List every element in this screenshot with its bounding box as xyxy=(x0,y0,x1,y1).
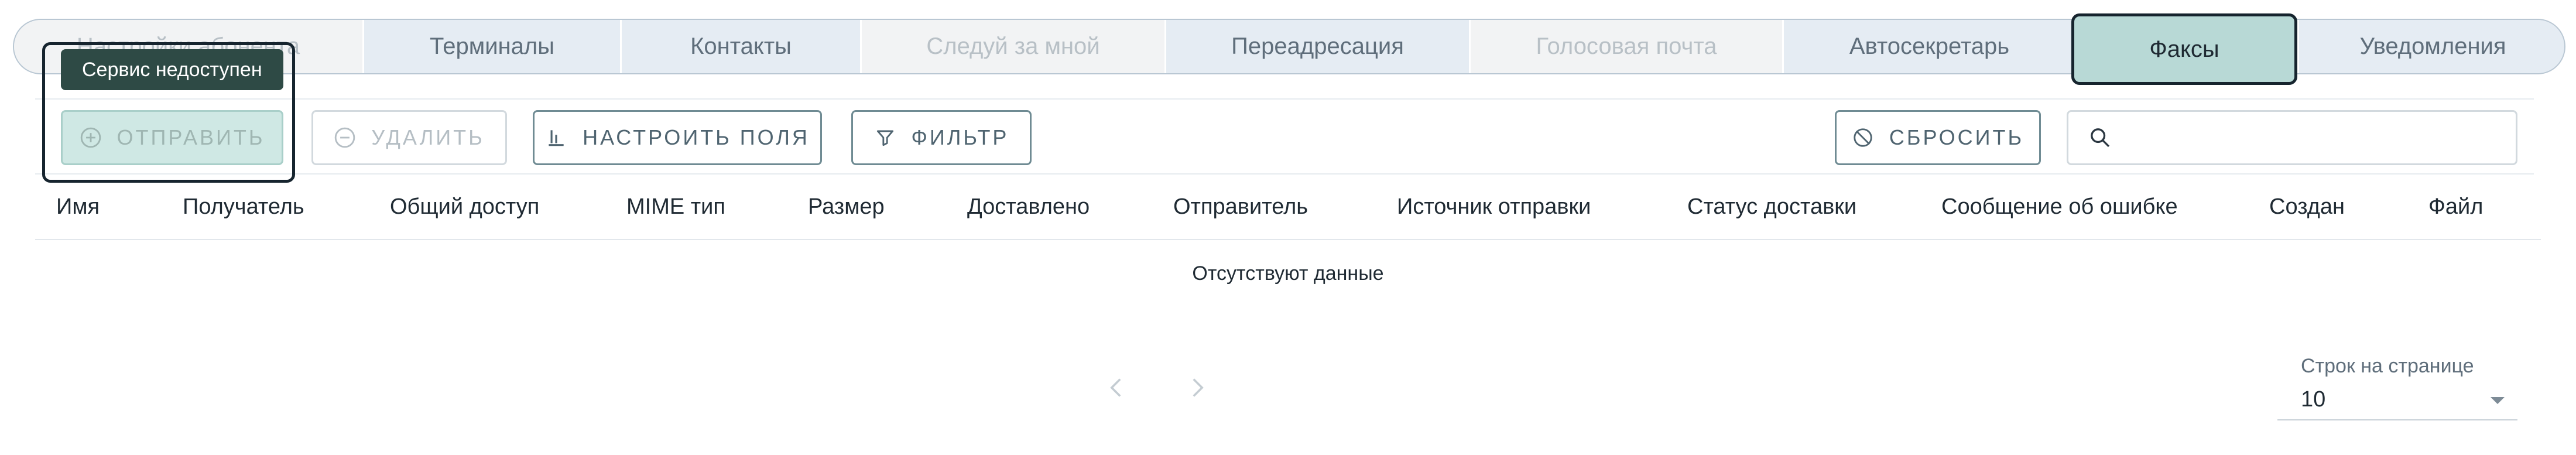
tab-label: Следуй за мной xyxy=(926,33,1100,59)
column-header-error-message[interactable]: Сообщение об ошибке xyxy=(1941,176,2178,238)
plus-circle-icon xyxy=(80,127,101,148)
filter-button[interactable]: ФИЛЬТР xyxy=(851,110,1032,165)
search-input[interactable] xyxy=(2126,117,2516,159)
delete-button[interactable]: УДАЛИТЬ xyxy=(311,110,507,165)
tab-label: Факсы xyxy=(2149,36,2219,62)
delete-button-label: УДАЛИТЬ xyxy=(371,125,485,149)
tab-auto-attendant[interactable]: Автосекретарь xyxy=(1782,20,2075,73)
next-page-button[interactable] xyxy=(1186,375,1210,401)
tab-terminals[interactable]: Терминалы xyxy=(362,20,620,73)
tab-label: Уведомления xyxy=(2359,33,2506,59)
chevron-left-icon xyxy=(1110,378,1121,397)
column-header-file[interactable]: Файл xyxy=(2428,176,2483,238)
chevron-down-icon xyxy=(2491,397,2505,404)
column-header-sender[interactable]: Отправитель xyxy=(1173,176,1308,238)
tab-faxes-selected[interactable]: Факсы xyxy=(2071,13,2297,85)
rows-per-page-select[interactable]: 10 xyxy=(2277,379,2517,420)
tab-label: Голосовая почта xyxy=(1536,33,1717,59)
columns-icon xyxy=(549,130,564,146)
column-header-send-source[interactable]: Источник отправки xyxy=(1397,176,1591,238)
tab-label: Переадресация xyxy=(1231,33,1404,59)
column-header-shared-access[interactable]: Общий доступ xyxy=(390,176,539,238)
rows-per-page-label: Строк на странице xyxy=(2301,355,2474,377)
tab-label: Автосекретарь xyxy=(1849,33,2010,59)
configure-columns-button[interactable]: НАСТРОИТЬ ПОЛЯ xyxy=(533,110,822,165)
tab-follow-me[interactable]: Следуй за мной xyxy=(860,20,1164,73)
configure-columns-label: НАСТРОИТЬ ПОЛЯ xyxy=(583,125,810,149)
table-header: Имя Получатель Общий доступ MIME тип Раз… xyxy=(35,176,2541,240)
rows-per-page-value: 10 xyxy=(2301,386,2326,412)
tab-voicemail[interactable]: Голосовая почта xyxy=(1469,20,1782,73)
reset-button-label: СБРОСИТЬ xyxy=(1889,125,2025,149)
tab-label: Терминалы xyxy=(430,33,554,59)
column-header-delivery-status[interactable]: Статус доставки xyxy=(1687,176,1856,238)
minus-circle-icon xyxy=(334,127,355,148)
tab-label: Контакты xyxy=(690,33,792,59)
search-box[interactable] xyxy=(2067,110,2517,165)
reset-button[interactable]: СБРОСИТЬ xyxy=(1835,110,2041,165)
chevron-right-icon xyxy=(1193,378,1204,397)
column-header-created[interactable]: Создан xyxy=(2269,176,2345,238)
empty-table-message: Отсутствуют данные xyxy=(1192,262,1384,285)
column-header-recipient[interactable]: Получатель xyxy=(183,176,304,238)
column-header-delivered[interactable]: Доставлено xyxy=(967,176,1090,238)
send-button-label: ОТПРАВИТЬ xyxy=(117,125,265,149)
filter-button-label: ФИЛЬТР xyxy=(911,125,1009,149)
search-icon xyxy=(2091,128,2110,148)
tab-notifications[interactable]: Уведомления xyxy=(2297,20,2564,73)
filter-icon xyxy=(876,130,893,146)
column-header-mime-type[interactable]: MIME тип xyxy=(626,176,725,238)
tab-forwarding[interactable]: Переадресация xyxy=(1164,20,1469,73)
service-unavailable-tooltip: Сервис недоступен xyxy=(61,49,283,90)
prev-page-button[interactable] xyxy=(1104,375,1128,401)
send-button[interactable]: ОТПРАВИТЬ xyxy=(61,110,283,165)
tab-contacts[interactable]: Контакты xyxy=(620,20,860,73)
column-header-size[interactable]: Размер xyxy=(808,176,885,238)
reset-icon xyxy=(1854,128,1872,147)
column-header-name[interactable]: Имя xyxy=(56,176,100,238)
